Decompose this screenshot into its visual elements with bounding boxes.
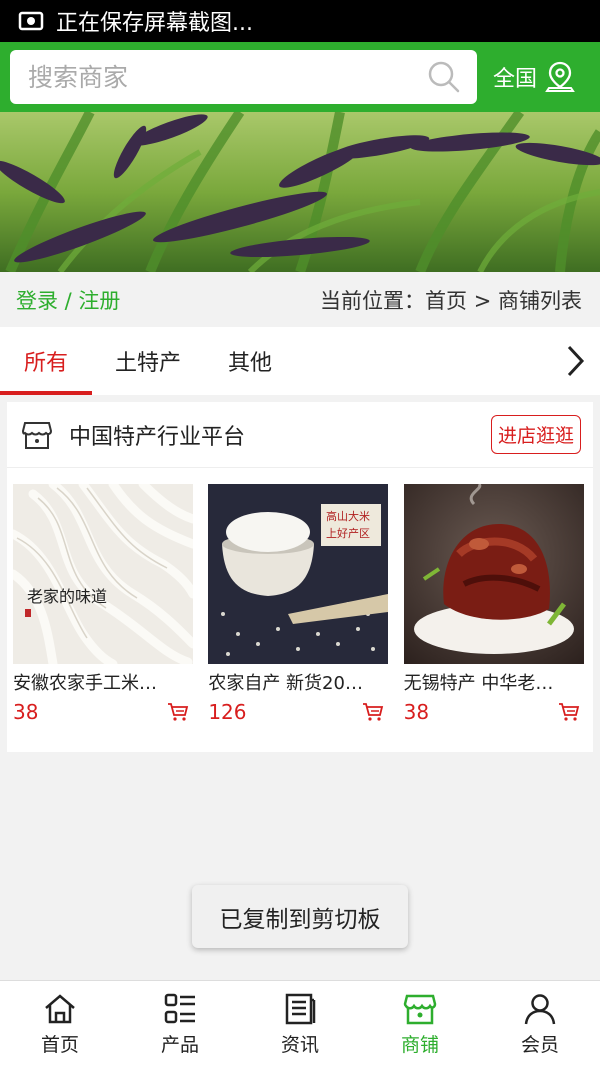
- nav-item-products[interactable]: 产品: [120, 981, 240, 1067]
- product-item[interactable]: 老家的味道 安徽农家手工米… 38: [13, 484, 202, 724]
- location-pin-icon: [545, 61, 575, 92]
- shop-header: 中国特产行业平台 进店逛逛: [7, 402, 593, 468]
- nav-item-member[interactable]: 会员: [480, 981, 600, 1067]
- cart-icon[interactable]: [167, 702, 189, 722]
- category-tabs: 所有 土特产 其他: [0, 327, 600, 395]
- nav-label: 资讯: [280, 1033, 319, 1056]
- product-price-row: 38: [404, 700, 584, 724]
- status-bar: 正在保存屏幕截图...: [0, 0, 600, 42]
- rice-field-illustration: [0, 112, 600, 272]
- login-register-link[interactable]: 登录 / 注册: [16, 285, 120, 315]
- bottom-nav: 首页 产品 资讯 商铺 会员: [0, 980, 600, 1067]
- rice-sign-line-1: 高山大米: [326, 509, 370, 523]
- nav-item-shops[interactable]: 商铺: [360, 981, 480, 1067]
- region-selector[interactable]: 全国: [493, 61, 575, 93]
- tab-all[interactable]: 所有: [0, 327, 92, 395]
- user-icon: [524, 993, 556, 1024]
- product-image-rice[interactable]: 高山大米 上好产区: [208, 484, 389, 664]
- product-title[interactable]: 安徽农家手工米…: [13, 672, 193, 696]
- rice-bowl-image: 高山大米 上好产区: [208, 484, 389, 664]
- calligraphy-text: 老家的味道: [27, 587, 107, 606]
- product-image-rice-noodles[interactable]: 老家的味道: [13, 484, 193, 664]
- product-list: 老家的味道 安徽农家手工米… 38 高山大米 上好产区 农家自产 新货20… 1…: [7, 484, 593, 724]
- product-image-pork-ribs[interactable]: [403, 484, 584, 664]
- chevron-right-icon: [567, 345, 585, 377]
- visit-shop-button[interactable]: 进店逛逛: [490, 415, 581, 454]
- product-price: 126: [208, 700, 247, 724]
- tab-local-specialties[interactable]: 土特产: [92, 327, 204, 395]
- home-icon: [45, 993, 75, 1023]
- shop-icon: [21, 421, 53, 449]
- tab-label: 所有: [23, 351, 68, 376]
- product-price-row: 38: [13, 700, 193, 724]
- breadcrumb-row: 登录 / 注册 当前位置：首页 > 商铺列表: [0, 272, 600, 327]
- product-price: 38: [13, 700, 39, 724]
- product-title[interactable]: 无锡特产 中华老…: [404, 672, 584, 696]
- nav-label: 首页: [40, 1033, 79, 1056]
- tab-label: 其他: [227, 351, 272, 376]
- product-item[interactable]: 无锡特产 中华老… 38: [403, 484, 593, 724]
- tabs-more-button[interactable]: [550, 327, 600, 395]
- cart-icon[interactable]: [362, 702, 384, 722]
- search-box[interactable]: [10, 50, 477, 104]
- screenshot-icon: [18, 11, 44, 31]
- product-item[interactable]: 高山大米 上好产区 农家自产 新货20… 126: [208, 484, 397, 724]
- toast-message: 已复制到剪切板: [192, 885, 408, 948]
- rice-sign-line-2: 上好产区: [326, 526, 370, 540]
- status-text: 正在保存屏幕截图...: [56, 11, 253, 36]
- breadcrumb: 当前位置：首页 > 商铺列表: [320, 288, 582, 313]
- tab-label: 土特产: [114, 351, 181, 376]
- region-label: 全国: [493, 67, 538, 92]
- product-price: 38: [403, 700, 430, 724]
- shop-name[interactable]: 中国特产行业平台: [69, 419, 491, 451]
- list-icon: [164, 993, 195, 1023]
- nav-label: 商铺: [400, 1033, 439, 1056]
- rice-noodles-image: 老家的味道: [13, 484, 193, 664]
- product-price-row: 126: [208, 700, 388, 724]
- store-icon: [403, 994, 437, 1024]
- tab-other[interactable]: 其他: [204, 327, 296, 395]
- search-icon[interactable]: [427, 60, 461, 94]
- nav-item-home[interactable]: 首页: [0, 981, 120, 1067]
- shop-card: 中国特产行业平台 进店逛逛 老家的味道 安徽农家手工米… 38 高山大米 上好产…: [7, 402, 593, 752]
- pork-ribs-image: [403, 484, 584, 664]
- nav-label: 产品: [160, 1033, 199, 1056]
- product-title[interactable]: 农家自产 新货20…: [208, 672, 388, 696]
- search-input[interactable]: [28, 62, 427, 92]
- nav-item-news[interactable]: 资讯: [240, 981, 360, 1067]
- header: 全国: [0, 42, 600, 112]
- nav-label: 会员: [520, 1033, 559, 1056]
- news-icon: [285, 993, 316, 1024]
- banner-image[interactable]: [0, 112, 600, 272]
- cart-icon[interactable]: [558, 702, 580, 722]
